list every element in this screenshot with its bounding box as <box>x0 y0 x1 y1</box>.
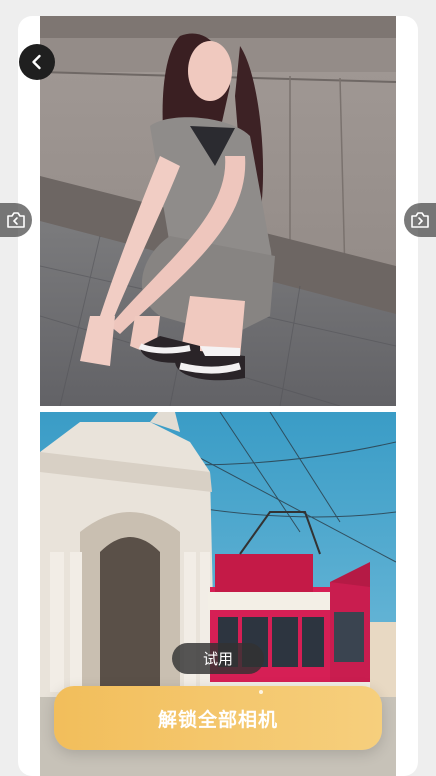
trial-button[interactable]: 试用 <box>172 643 264 674</box>
unlock-label: 解锁全部相机 <box>157 708 278 731</box>
unlock-all-cameras-button[interactable]: 解锁全部相机 <box>54 686 382 750</box>
camera-next-icon <box>411 212 429 228</box>
trial-label: 试用 <box>202 650 233 668</box>
portrait-illustration <box>40 16 396 406</box>
sparkle-dot <box>259 690 263 694</box>
chevron-left-icon <box>32 54 41 70</box>
back-button[interactable] <box>19 44 55 80</box>
sample-photo-portrait <box>40 16 396 406</box>
camera-prev-icon <box>7 212 25 228</box>
next-camera-button[interactable] <box>404 203 436 237</box>
